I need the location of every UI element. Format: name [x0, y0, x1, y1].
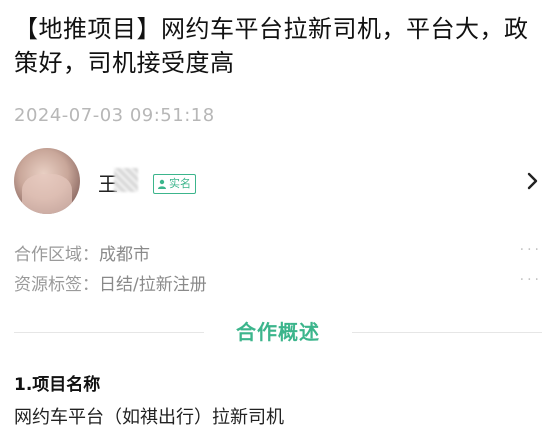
project-name: 网约车平台（如祺出行）拉新司机 — [14, 407, 284, 428]
author-name-blur — [114, 168, 138, 192]
info-row-tags: 资源标签：日结/拉新注册 ··· — [14, 270, 542, 296]
region-value: 成都市 — [99, 245, 150, 265]
chevron-right-icon[interactable] — [524, 170, 542, 192]
author-row[interactable]: 王 实名 — [14, 148, 542, 220]
info-row-region: 合作区域：成都市 ··· — [14, 240, 542, 266]
section-header: 合作概述 — [14, 316, 542, 346]
person-icon — [158, 179, 166, 189]
subsection-heading: 1.项目名称 — [14, 375, 101, 395]
avatar[interactable] — [14, 148, 80, 214]
article-title: 【地推项目】网约车平台拉新司机，平台大，政策好，司机接受度高 — [14, 15, 529, 77]
more-dots-icon[interactable]: ··· — [520, 272, 542, 288]
divider — [352, 332, 542, 333]
tags-value: 日结/拉新注册 — [99, 275, 207, 295]
tags-label: 资源标签： — [14, 275, 99, 295]
more-dots-icon[interactable]: ··· — [520, 242, 542, 258]
verified-badge: 实名 — [153, 174, 196, 194]
section-title: 合作概述 — [236, 320, 320, 344]
verified-label: 实名 — [169, 177, 191, 190]
region-label: 合作区域： — [14, 245, 99, 265]
publish-datetime: 2024-07-03 09:51:18 — [14, 105, 215, 126]
